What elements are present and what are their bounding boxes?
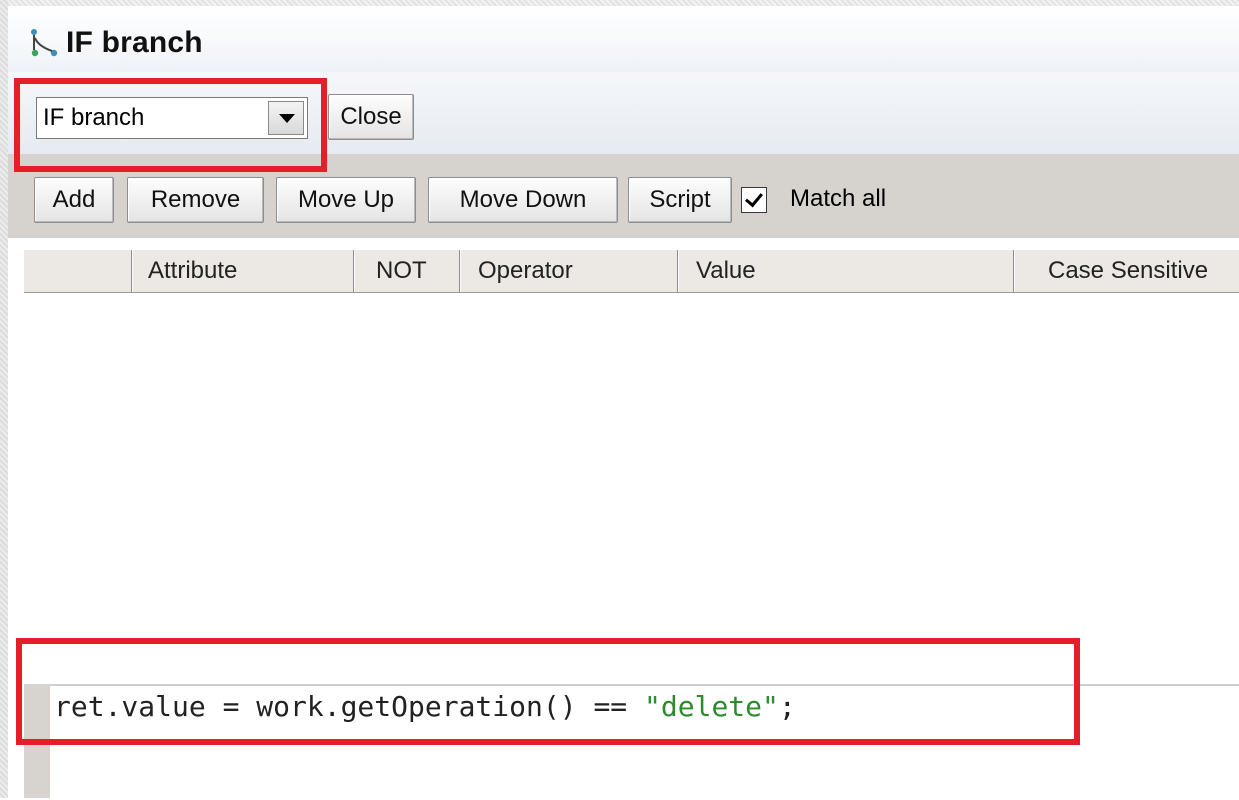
column-header-not[interactable]: NOT [354,250,460,292]
condition-table-header: Attribute NOT Operator Value Case Sensit… [24,249,1239,293]
move-up-button[interactable]: Move Up [276,177,416,223]
column-header-blank[interactable] [24,250,132,292]
branch-type-value: IF branch [43,104,145,131]
column-header-value[interactable]: Value [678,250,1014,292]
page-title: IF branch [66,26,203,59]
branch-node-icon [31,29,58,57]
condition-table-body[interactable] [24,293,1239,683]
left-border [0,0,8,798]
column-header-attribute[interactable]: Attribute [132,250,354,292]
move-down-button[interactable]: Move Down [428,177,618,223]
script-code-line[interactable]: ret.value = work.getOperation() == "dele… [54,690,796,723]
script-editor-gutter [24,684,50,798]
remove-button[interactable]: Remove [127,177,264,223]
chevron-down-icon[interactable] [268,101,304,135]
match-all-label: Match all [790,185,887,212]
code-string-literal: "delete" [644,690,779,723]
branch-type-select[interactable]: IF branch [36,97,308,139]
code-terminator: ; [778,690,796,723]
column-header-operator[interactable]: Operator [460,250,678,292]
code-expression: ret.value = work.getOperation() == [54,690,645,723]
add-button[interactable]: Add [34,177,114,223]
match-all-checkbox[interactable] [741,187,767,213]
close-button[interactable]: Close [328,94,414,140]
column-header-case-sensitive[interactable]: Case Sensitive [1014,250,1239,292]
script-button[interactable]: Script [628,177,732,223]
